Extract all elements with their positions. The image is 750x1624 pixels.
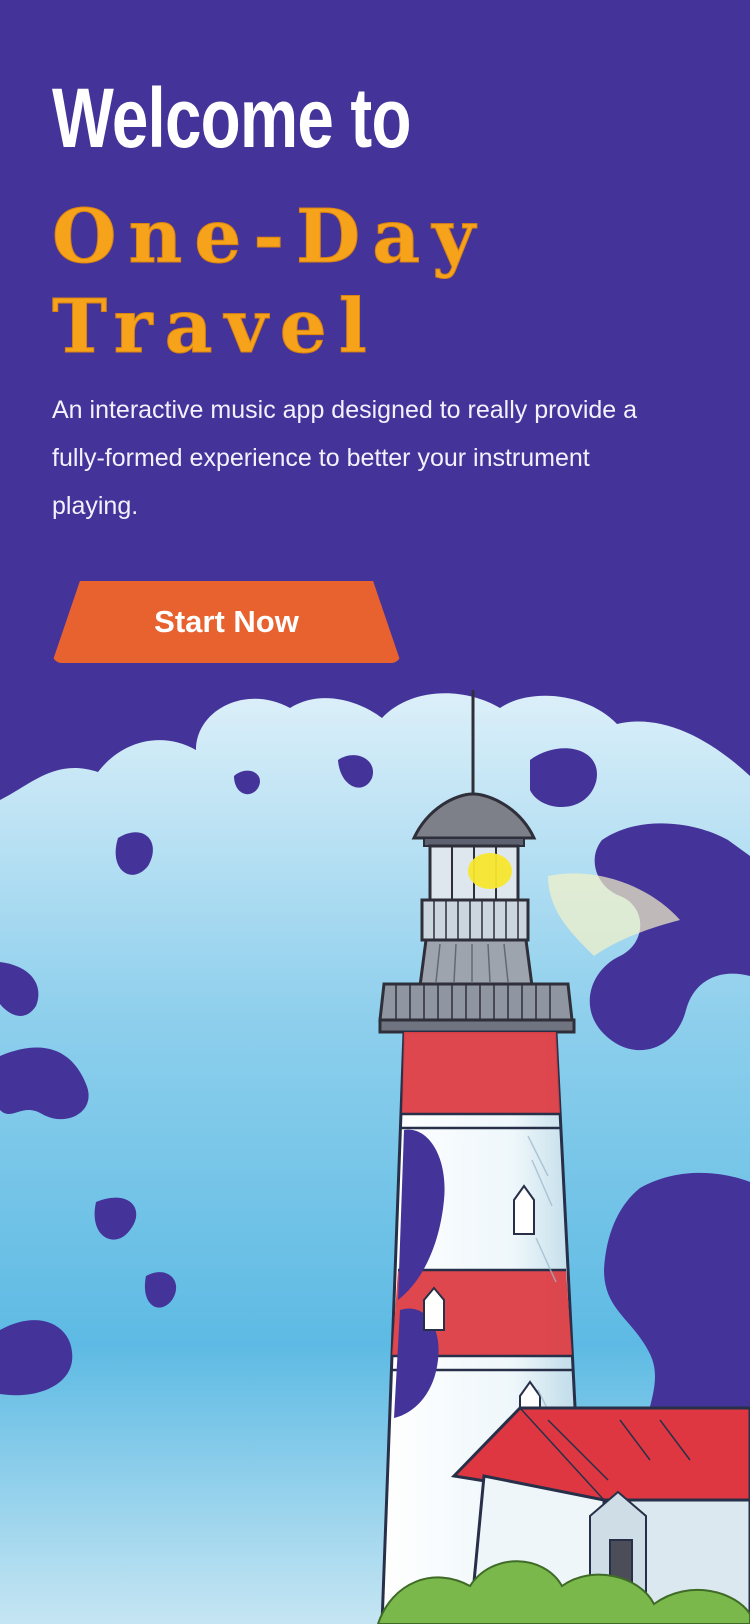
brand-title-line-1: One-Day bbox=[51, 194, 488, 281]
lighthouse-illustration bbox=[0, 690, 750, 1624]
start-now-button[interactable]: Start Now bbox=[52, 581, 401, 663]
brand-title-line-2: Travel bbox=[51, 284, 379, 371]
app-description: An interactive music app designed to rea… bbox=[52, 396, 638, 520]
welcome-title: Welcome to bbox=[52, 71, 411, 165]
brand-title: One-Day Travel bbox=[51, 192, 488, 372]
lighthouse-illustration-svg bbox=[0, 690, 750, 1624]
start-now-button-label: Start Now bbox=[154, 604, 299, 639]
